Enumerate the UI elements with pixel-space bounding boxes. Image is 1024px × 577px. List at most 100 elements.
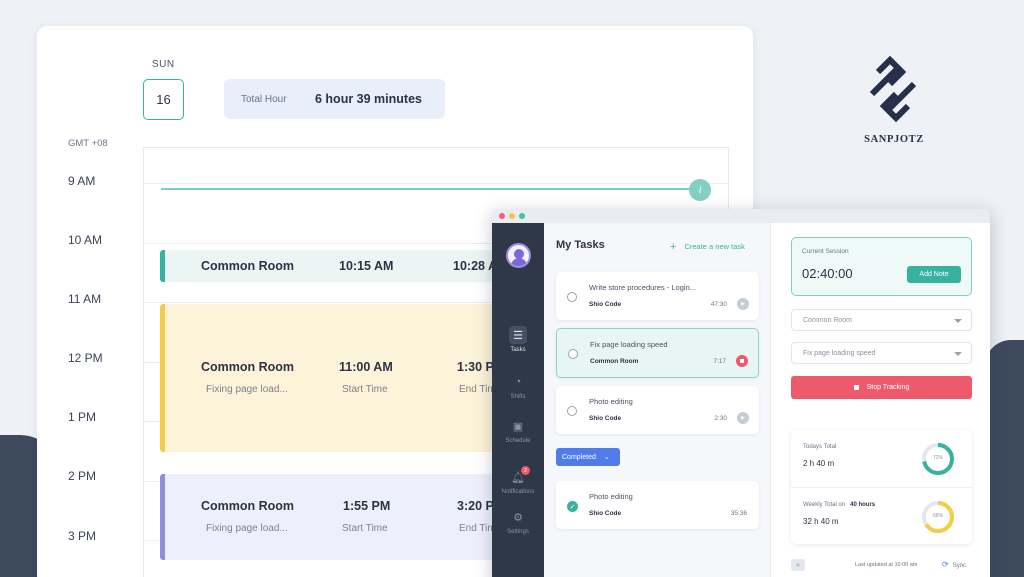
task-time: 47:30	[710, 301, 727, 308]
task-title: Fix page loading speed	[590, 340, 668, 349]
completed-dropdown[interactable]: Completed ⌄	[556, 448, 620, 466]
caret-down-icon	[954, 352, 962, 356]
create-task-link[interactable]: + Create a new task	[670, 241, 745, 253]
session-panel: Current Session 02:40:00 Add Note Common…	[770, 223, 990, 577]
play-icon[interactable]: ▶	[737, 298, 749, 310]
sidebar-item-label: Settings	[507, 529, 529, 535]
room-select[interactable]: Common Room	[791, 309, 972, 331]
stop-square-icon	[853, 385, 859, 390]
minimize-window-button[interactable]	[509, 213, 515, 219]
info-icon[interactable]: i	[689, 179, 711, 201]
check-icon[interactable]: ✓	[567, 501, 578, 512]
today-total-value: 2 h 40 m	[803, 459, 835, 468]
task-time: 7:17	[713, 358, 726, 365]
task-item-active[interactable]: Fix page loading speed Common Room 7:17	[556, 328, 759, 378]
sidebar-item-notifications[interactable]: 🔔︎ 2 Notifications	[492, 466, 544, 495]
task-checkbox[interactable]	[568, 349, 578, 359]
event-end-time: 3:20 P	[457, 499, 494, 513]
sync-button[interactable]: ⟳ Sync	[942, 560, 966, 569]
grid-line	[144, 183, 728, 184]
timezone-label: GMT +08	[68, 138, 108, 149]
task-checkbox[interactable]	[567, 292, 577, 302]
task-project: Shio Code	[589, 415, 622, 422]
event-start-label: Start Time	[342, 384, 388, 395]
hour-label: 12 PM	[68, 351, 103, 365]
sidebar-item-settings[interactable]: ⚙︎ Settings	[492, 508, 544, 536]
brand-logo-icon	[869, 55, 917, 123]
session-timer: 02:40:00	[802, 266, 853, 281]
weekly-percent: 66%	[932, 513, 943, 519]
app-window: ☰ Tasks ◔ Shifts ▣ Schedule 🔔︎ 2 Notific…	[492, 209, 990, 577]
sidebar: ☰ Tasks ◔ Shifts ▣ Schedule 🔔︎ 2 Notific…	[492, 223, 544, 577]
hour-label: 11 AM	[68, 292, 102, 306]
event-subtitle: Fixing page load...	[206, 384, 288, 395]
notification-badge: 2	[521, 466, 530, 475]
event-end-time: 1:30 P	[457, 360, 494, 374]
close-window-button[interactable]	[499, 213, 505, 219]
current-time-line	[161, 188, 698, 190]
avatar[interactable]	[506, 243, 531, 268]
event-location: Common Room	[201, 259, 295, 273]
task-item[interactable]: Write store procedures - Login... Shio C…	[556, 272, 759, 320]
today-percent: 72%	[932, 455, 943, 461]
day-name: SUN	[152, 59, 175, 70]
sidebar-item-tasks[interactable]: ☰ Tasks	[492, 326, 544, 353]
window-titlebar	[492, 209, 990, 223]
gear-icon: ⚙︎	[513, 511, 523, 524]
event-start-time: 11:00 AM	[339, 360, 393, 374]
hour-label: 2 PM	[68, 469, 97, 483]
caret-down-icon	[954, 319, 962, 323]
last-updated-text: Last updated at 10:00 am	[855, 562, 918, 568]
task-time: 35:36	[730, 510, 747, 517]
total-hour-box: Total Hour 6 hour 39 minutes	[224, 79, 445, 119]
task-title: Photo editing	[589, 492, 633, 501]
play-icon[interactable]: ▶	[737, 412, 749, 424]
tasks-panel: My Tasks + Create a new task Write store …	[544, 223, 770, 577]
list-icon: ☰	[509, 326, 527, 344]
day-number[interactable]: 16	[143, 79, 184, 120]
sidebar-item-label: Shifts	[510, 394, 526, 400]
event-start-label: Start Time	[342, 523, 388, 534]
task-project: Shio Code	[589, 510, 622, 517]
stop-tracking-button[interactable]: Stop Tracking	[791, 376, 972, 399]
task-time: 2:30	[714, 415, 727, 422]
background-shape-right	[985, 340, 1024, 577]
event-location: Common Room	[201, 499, 295, 513]
completed-label: Completed	[562, 453, 596, 461]
sidebar-item-shifts[interactable]: ◔ Shifts	[492, 373, 544, 400]
expand-button[interactable]: »	[791, 559, 805, 571]
session-label: Current Session	[802, 248, 849, 255]
event-end-time: 10:28 A	[453, 259, 498, 273]
task-project: Common Room	[590, 358, 639, 365]
stop-icon[interactable]	[736, 355, 748, 367]
hour-label: 1 PM	[68, 410, 97, 424]
task-item[interactable]: Photo editing Shio Code 2:30 ▶	[556, 386, 759, 434]
maximize-window-button[interactable]	[519, 213, 525, 219]
shifts-icon: ◔	[514, 376, 522, 388]
hour-label: 10 AM	[68, 233, 103, 247]
completed-task-item[interactable]: ✓ Photo editing Shio Code 35:36	[556, 481, 759, 529]
event-location: Common Room	[201, 360, 295, 374]
sync-icon: ⟳	[942, 560, 949, 569]
plus-icon: +	[670, 241, 677, 253]
total-hour-label: Total Hour	[241, 93, 287, 105]
hour-label: 9 AM	[68, 174, 96, 188]
stop-tracking-label: Stop Tracking	[866, 384, 910, 391]
current-session-card: Current Session 02:40:00 Add Note	[791, 237, 972, 296]
weekly-total-label: Weekly Total on 40 hours	[803, 502, 875, 508]
chevron-down-icon: ⌄	[603, 454, 610, 461]
task-checkbox[interactable]	[567, 406, 577, 416]
today-total-row: Todays Total 2 h 40 m 72%	[791, 430, 972, 487]
task-select[interactable]: Fix page loading speed	[791, 342, 972, 364]
add-note-button[interactable]: Add Note	[907, 266, 961, 283]
sidebar-item-schedule[interactable]: ▣ Schedule	[492, 417, 544, 445]
weekly-target: 40 hours	[850, 502, 876, 508]
avatar-body	[511, 258, 527, 266]
event-end-label: End Tim	[459, 523, 496, 534]
calendar-icon: ▣	[512, 420, 524, 433]
total-hour-value: 6 hour 39 minutes	[315, 92, 422, 106]
weekly-label-text: Weekly Total on	[803, 502, 846, 508]
event-end-label: End Tim	[459, 384, 496, 395]
event-start-time: 1:55 PM	[343, 499, 391, 513]
task-title: Photo editing	[589, 397, 633, 406]
